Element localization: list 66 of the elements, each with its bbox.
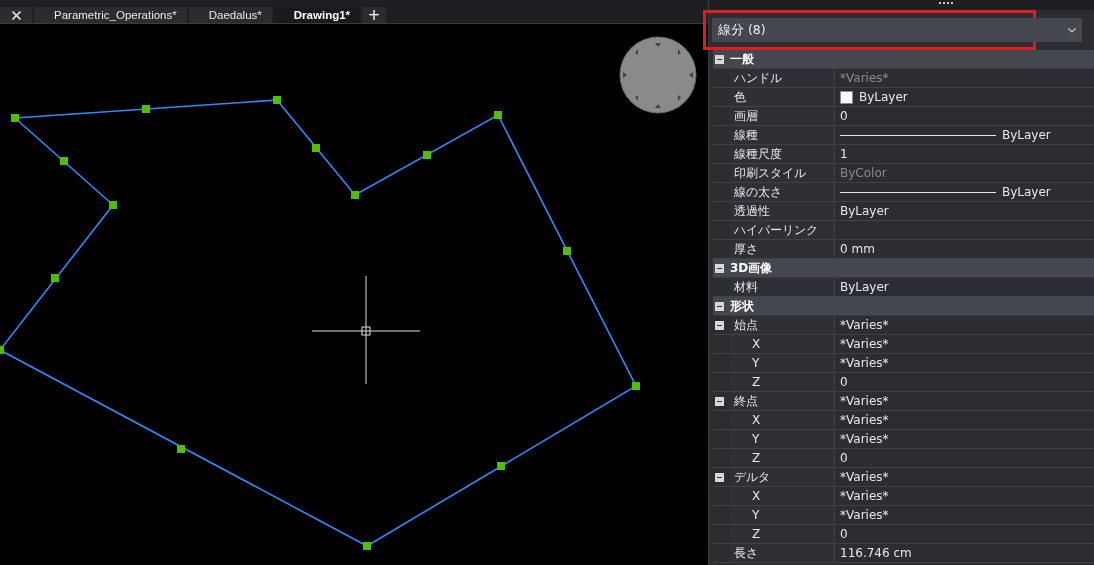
property-label: 厚さ — [734, 240, 758, 258]
property-value[interactable]: 0 mm — [840, 242, 875, 256]
property-label: 終点 — [734, 392, 758, 410]
property-value[interactable]: *Varies* — [840, 394, 889, 408]
property-value[interactable]: 1 — [840, 147, 848, 161]
section-header[interactable]: 一般 — [730, 50, 754, 68]
property-label: 画層 — [734, 107, 758, 125]
property-label: ハンドル — [734, 69, 782, 87]
property-value[interactable]: 0 — [840, 527, 848, 541]
property-label: Z — [752, 375, 761, 389]
collapse-toggle[interactable] — [715, 472, 724, 482]
property-label: 印刷スタイル — [734, 164, 806, 182]
navigation-wheel-icon[interactable] — [619, 36, 697, 114]
selection-dropdown[interactable]: 線分 (8) — [712, 18, 1082, 42]
property-label: 線種尺度 — [734, 145, 782, 163]
property-value[interactable]: ByLayer — [840, 280, 889, 294]
document-tab[interactable]: Daedalus* — [188, 7, 272, 23]
property-value[interactable]: 0 — [840, 375, 848, 389]
property-label: X — [752, 413, 761, 427]
property-value[interactable]: ByLayer — [840, 204, 889, 218]
property-value[interactable]: *Varies* — [840, 432, 889, 446]
property-label: 長さ — [734, 544, 758, 562]
property-label: Z — [752, 451, 761, 465]
caret-icon — [1068, 27, 1076, 33]
property-value[interactable]: *Varies* — [840, 71, 889, 85]
section-header[interactable]: 形状 — [730, 297, 754, 315]
property-label: 線種 — [734, 126, 758, 144]
property-value[interactable]: 0 — [840, 451, 848, 465]
property-value[interactable]: ByColor — [840, 166, 887, 180]
property-label: Y — [752, 508, 760, 522]
new-tab-button[interactable]: + — [362, 7, 387, 23]
property-label: 始点 — [734, 316, 758, 334]
property-value[interactable]: ByLayer — [1002, 128, 1051, 142]
collapse-toggle[interactable] — [715, 263, 724, 273]
property-label: Y — [752, 432, 760, 446]
property-value[interactable]: *Varies* — [840, 508, 889, 522]
grip-icon[interactable] — [939, 2, 953, 7]
crosshair-cursor-icon — [311, 275, 421, 385]
collapse-toggle[interactable] — [715, 320, 724, 330]
collapse-toggle[interactable] — [715, 301, 724, 311]
property-label: 材料 — [734, 278, 758, 296]
property-value[interactable]: *Varies* — [840, 413, 889, 427]
property-label: デルタ — [734, 468, 770, 486]
property-value[interactable]: *Varies* — [840, 470, 889, 484]
property-value[interactable]: *Varies* — [840, 489, 889, 503]
property-value[interactable]: *Varies* — [840, 318, 889, 332]
collapse-toggle[interactable] — [715, 396, 724, 406]
property-label: 線の太さ — [734, 183, 782, 201]
property-value[interactable]: 116.746 cm — [840, 546, 912, 560]
property-value[interactable]: ByLayer — [1002, 185, 1051, 199]
property-value[interactable]: *Varies* — [840, 356, 889, 370]
property-value[interactable]: 0 — [840, 109, 848, 123]
property-value[interactable]: *Varies* — [840, 337, 889, 351]
property-label: Z — [752, 527, 761, 541]
section-header[interactable]: 3D画像 — [730, 259, 773, 277]
property-label: X — [752, 489, 761, 503]
property-label: Y — [752, 356, 760, 370]
property-label: X — [752, 337, 761, 351]
property-label: ハイパーリンク — [734, 221, 818, 239]
property-label: 色 — [734, 88, 746, 106]
document-tab[interactable]: Parametric_Operations* — [34, 7, 187, 23]
close-icon[interactable] — [11, 10, 21, 20]
property-value[interactable]: ByLayer — [859, 90, 908, 104]
document-tab[interactable]: Drawing1* — [273, 7, 361, 23]
property-label: 透過性 — [734, 202, 770, 220]
collapse-toggle[interactable] — [715, 54, 724, 64]
